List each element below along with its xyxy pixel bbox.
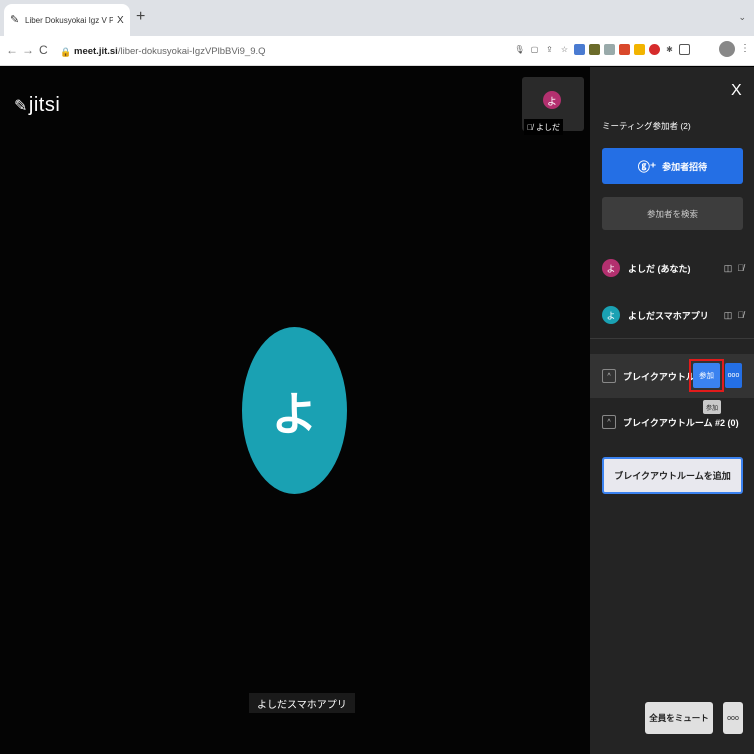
participant-status-icons: ◫ 🎙̸	[724, 310, 744, 321]
breakout-more-button[interactable]: ooo	[725, 363, 742, 388]
bookmark-star-icon[interactable]: ☆	[559, 44, 570, 55]
jitsi-favicon-icon: ✎	[10, 14, 20, 26]
invite-label: 参加者招待	[662, 161, 708, 172]
tab-title: Liber Dokusyokai Igz V Plb B V	[25, 15, 113, 25]
share-icon[interactable]: ⇪	[544, 44, 555, 55]
participant-thumbnail[interactable]: よ 🎙̸ よしだ	[522, 77, 584, 135]
speaker-avatar: よ	[242, 327, 347, 494]
reload-button[interactable]: C	[39, 43, 48, 57]
mic-off-icon: 🎙̸	[737, 309, 744, 320]
participants-panel: X ミーティング参加者 (2) ⓖ⁺ 参加者招待 参加者を検索 よ よしだ (あ…	[590, 67, 754, 754]
more-options-button[interactable]: ooo	[723, 702, 743, 734]
extension-3-icon[interactable]	[604, 44, 615, 55]
participants-heading: ミーティング参加者 (2)	[602, 121, 691, 131]
new-tab-button[interactable]: +	[136, 9, 145, 25]
extension-1-icon[interactable]	[574, 44, 585, 55]
video-off-icon: ◫	[723, 262, 733, 273]
invite-button[interactable]: ⓖ⁺ 参加者招待	[602, 148, 743, 184]
page-icon[interactable]: ▢	[529, 44, 540, 55]
browser-tab-bar: ✎ Liber Dokusyokai Igz V Plb B V X + ⌄	[0, 0, 754, 36]
participant-avatar: よ	[602, 259, 620, 277]
participant-row[interactable]: よ よしだスマホアプリ ◫ 🎙̸	[602, 303, 744, 327]
participant-row[interactable]: よ よしだ (あなた) ◫ 🎙̸	[602, 256, 744, 280]
join-breakout-button[interactable]: 参加	[693, 363, 720, 388]
panel-divider	[590, 338, 754, 339]
url-text: meet.jit.si/liber-dokusyokai-IgzVPlbBVi9…	[74, 46, 266, 57]
add-breakout-room-button[interactable]: ブレイクアウトルームを追加	[602, 457, 743, 494]
microphone-icon[interactable]: 🎙	[514, 44, 525, 55]
add-person-icon: ⓖ⁺	[637, 159, 657, 174]
profile-avatar[interactable]	[719, 41, 735, 57]
forward-button[interactable]: →	[22, 43, 34, 57]
breakout-room-name[interactable]: ブレイクアウトルーム #2 (0)	[623, 416, 739, 429]
join-tooltip: 参加	[703, 400, 721, 414]
extension-4-icon[interactable]	[619, 44, 630, 55]
lock-icon: 🔒	[60, 46, 72, 57]
extension-2-icon[interactable]	[589, 44, 600, 55]
browser-menu-button[interactable]: ⋮	[740, 43, 750, 54]
sidepanel-icon[interactable]	[679, 44, 690, 55]
url-path: /liber-dokusyokai-IgzVPlbBVi9_9.Q	[117, 45, 266, 57]
participant-name: よしだ (あなた)	[628, 263, 691, 274]
video-off-icon: ◫	[723, 309, 733, 320]
tab-close-button[interactable]: X	[117, 15, 124, 26]
address-bar[interactable]: 🔒 meet.jit.si/liber-dokusyokai-IgzVPlbBV…	[54, 40, 514, 62]
logo-text: jitsi	[28, 94, 61, 116]
browser-tab[interactable]: ✎ Liber Dokusyokai Igz V Plb B V X	[4, 4, 130, 36]
browser-toolbar: ← → C 🔒 meet.jit.si/liber-dokusyokai-Igz…	[0, 36, 754, 66]
thumbnail-avatar: よ	[543, 91, 561, 109]
speaker-name-tag: よしだスマホアプリ	[249, 693, 355, 713]
thumbnail-name: よしだ	[536, 122, 560, 132]
back-button[interactable]: ←	[6, 43, 18, 57]
close-panel-button[interactable]: X	[731, 83, 742, 99]
jitsi-logo-icon: ✎	[14, 97, 28, 115]
extension-6-icon[interactable]	[649, 44, 660, 55]
meeting-stage: ✎ jitsi よ 🎙̸ よしだ よ よしだスマホアプリ	[0, 67, 590, 754]
join-button-highlight: 参加	[689, 359, 724, 392]
chevron-up-icon[interactable]: ^	[602, 415, 616, 429]
chevron-up-icon[interactable]: ^	[602, 369, 616, 383]
muted-mic-icon: 🎙̸	[527, 122, 533, 132]
url-domain: meet.jit.si	[74, 45, 118, 57]
extension-5-icon[interactable]	[634, 44, 645, 55]
tab-search-button[interactable]: ⌄	[738, 12, 746, 23]
jitsi-logo: ✎ jitsi	[14, 94, 60, 117]
participant-search-input[interactable]: 参加者を検索	[602, 197, 743, 230]
extension-icons: 🎙 ▢ ⇪ ☆ ✱	[514, 44, 690, 55]
participant-avatar: よ	[602, 306, 620, 324]
extensions-puzzle-icon[interactable]: ✱	[664, 44, 675, 55]
thumbnail-name-tag: 🎙̸ よしだ	[524, 119, 563, 135]
mute-all-button[interactable]: 全員をミュート	[645, 702, 713, 734]
mic-off-icon: 🎙̸	[737, 262, 744, 273]
participant-name: よしだスマホアプリ	[628, 310, 709, 321]
participant-status-icons: ◫ 🎙̸	[724, 263, 744, 274]
